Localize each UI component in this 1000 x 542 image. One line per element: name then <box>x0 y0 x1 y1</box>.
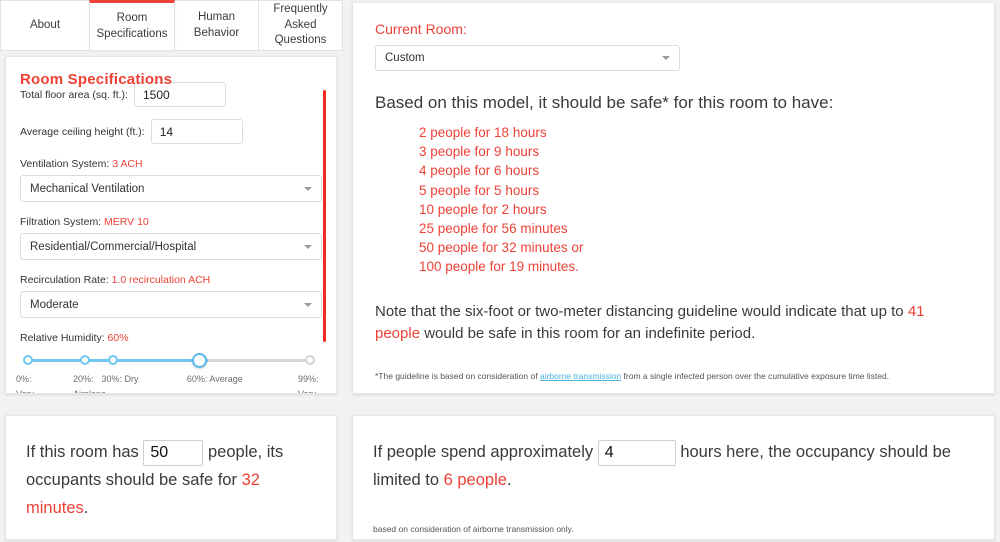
results-footnote-after: from a single infected person over the c… <box>621 370 890 381</box>
ventilation-group: Ventilation System: 3 ACH Mechanical Ven… <box>20 158 322 202</box>
safe-occupancy-item: 3 people for 9 hours <box>419 144 540 160</box>
filtration-group: Filtration System: MERV 10 Residential/C… <box>20 216 322 260</box>
chevron-down-icon <box>304 244 312 249</box>
recirculation-value-badge: 1.0 recirculation ACH <box>111 274 211 286</box>
slider-mark <box>79 355 90 365</box>
recirculation-label: Recirculation Rate: 1.0 recirculation AC… <box>20 274 322 286</box>
duration-statement: If people spend approximately hours here… <box>373 438 974 494</box>
current-room-select[interactable]: Custom <box>375 45 680 71</box>
duration-text-c: . <box>506 471 512 489</box>
vertical-scrollbar[interactable] <box>323 90 326 342</box>
airborne-transmission-link[interactable]: airborne transmission <box>540 371 621 381</box>
slider-mark <box>108 355 119 365</box>
floor-area-label: Total floor area (sq. ft.): <box>20 88 128 101</box>
safe-occupancy-item: 5 people for 5 hours <box>419 182 540 198</box>
tab-room-specifications[interactable]: Room Specifications <box>89 0 175 51</box>
slider-mark <box>305 355 315 365</box>
recirculation-label-text: Recirculation Rate: <box>20 274 109 286</box>
app-root: About Room Specifications Human Behavior… <box>0 0 1000 542</box>
ventilation-select[interactable]: Mechanical Ventilation <box>20 175 322 202</box>
duration-text-a: If people spend approximately <box>373 443 594 461</box>
current-room-select-value: Custom <box>385 52 425 64</box>
occupancy-card-content: If this room has people, its occupants s… <box>6 416 336 542</box>
results-footnote: *The guideline is based on consideration… <box>375 371 970 383</box>
humidity-value-badge: 60% <box>107 332 129 344</box>
filtration-select[interactable]: Residential/Commercial/Hospital <box>20 233 322 260</box>
tab-about-label: About <box>29 18 61 31</box>
safe-occupancy-item: 2 people for 18 hours <box>419 125 547 140</box>
tab-faq[interactable]: Frequently Asked Questions <box>258 0 343 51</box>
chevron-down-icon <box>304 186 312 191</box>
safe-occupancy-item: 25 people for 56 minutes <box>419 221 568 237</box>
slider-tick-label: 0%: Very Dry <box>16 374 35 394</box>
slider-handle[interactable] <box>191 353 207 368</box>
ventilation-label-text: Ventilation System: <box>20 158 110 170</box>
safe-occupancy-item: 4 people for 6 hours <box>419 163 540 179</box>
recirculation-select[interactable]: Moderate <box>20 291 322 318</box>
occupancy-text-a: If this room has <box>26 443 139 461</box>
room-specifications-panel: Room Specifications Total floor area (sq… <box>5 56 337 394</box>
results-footnote-before: *The guideline is based on consideration… <box>375 370 540 381</box>
duration-hours-input[interactable] <box>597 439 676 466</box>
slider-tick-label: 60%: Average <box>186 374 243 384</box>
chevron-down-icon <box>662 56 670 60</box>
humidity-slider[interactable] <box>20 353 322 369</box>
safe-occupancy-item: 10 people for 2 hours <box>419 201 547 217</box>
results-panel: Current Room: Custom Based on this model… <box>352 2 995 394</box>
recirculation-group: Recirculation Rate: 1.0 recirculation AC… <box>20 274 322 318</box>
tab-human-behavior-label: Human Behavior <box>193 10 240 39</box>
occupancy-duration-card: If this room has people, its occupants s… <box>5 415 337 540</box>
slider-tick-labels: 0%: Very Dry20%: Airplane30%: Dry60%: Av… <box>16 372 322 394</box>
filtration-label: Filtration System: MERV 10 <box>20 216 322 228</box>
tab-human-behavior[interactable]: Human Behavior <box>174 0 259 51</box>
ventilation-select-value: Mechanical Ventilation <box>30 182 145 195</box>
occupancy-people-input[interactable] <box>143 439 204 466</box>
section-title-room-specifications: Room Specifications <box>20 71 173 88</box>
distancing-note-after: would be safe in this room for an indefi… <box>420 324 756 342</box>
ceiling-height-input[interactable] <box>150 119 243 144</box>
chevron-down-icon <box>304 302 312 307</box>
safe-occupancy-item: 100 people for 19 minutes. <box>419 259 579 275</box>
tab-bar: About Room Specifications Human Behavior… <box>0 0 343 51</box>
humidity-label-text: Relative Humidity: <box>20 332 105 344</box>
occupancy-text-c: . <box>83 499 89 517</box>
slider-tick-label: 30%: Dry <box>101 374 139 384</box>
duration-card-footnote: based on consideration of airborne trans… <box>373 524 574 534</box>
results-content: Current Room: Custom Based on this model… <box>353 3 994 383</box>
humidity-label: Relative Humidity: 60% <box>20 332 322 344</box>
tab-faq-label: Frequently Asked Questions <box>273 3 328 47</box>
safe-occupancy-list: 2 people for 18 hours 3 people for 9 hour… <box>375 123 970 277</box>
duration-occupancy-card: If people spend approximately hours here… <box>352 415 995 540</box>
ceiling-height-row: Average ceiling height (ft.): <box>20 119 322 144</box>
filtration-value-badge: MERV 10 <box>104 216 149 228</box>
occupancy-statement: If this room has people, its occupants s… <box>26 438 316 522</box>
room-specifications-form: Room Specifications Total floor area (sq… <box>6 71 336 394</box>
current-room-label: Current Room: <box>375 21 467 37</box>
tab-room-specifications-label: Room Specifications <box>96 11 168 40</box>
ventilation-label: Ventilation System: 3 ACH <box>20 158 322 170</box>
ventilation-value-badge: 3 ACH <box>112 158 143 170</box>
tab-about[interactable]: About <box>0 0 90 51</box>
recirculation-select-value: Moderate <box>30 298 79 311</box>
ceiling-height-label: Average ceiling height (ft.): <box>20 125 145 138</box>
results-lead-text: Based on this model, it should be safe* … <box>375 93 834 112</box>
slider-tick-label: 99%: Very Humid <box>298 374 319 394</box>
slider-mark <box>23 355 33 365</box>
safe-occupancy-item: 50 people for 32 minutes or <box>419 240 584 256</box>
humidity-group: Relative Humidity: 60% 0%: Very Dry20%: … <box>16 332 322 394</box>
filtration-select-value: Residential/Commercial/Hospital <box>30 240 197 253</box>
distancing-note-before: Note that the six-foot or two-meter dist… <box>375 302 908 320</box>
distancing-note: Note that the six-foot or two-meter dist… <box>375 301 970 345</box>
duration-limit-people: 6 people <box>443 471 507 489</box>
filtration-label-text: Filtration System: <box>20 216 102 228</box>
duration-card-content: If people spend approximately hours here… <box>353 416 994 534</box>
